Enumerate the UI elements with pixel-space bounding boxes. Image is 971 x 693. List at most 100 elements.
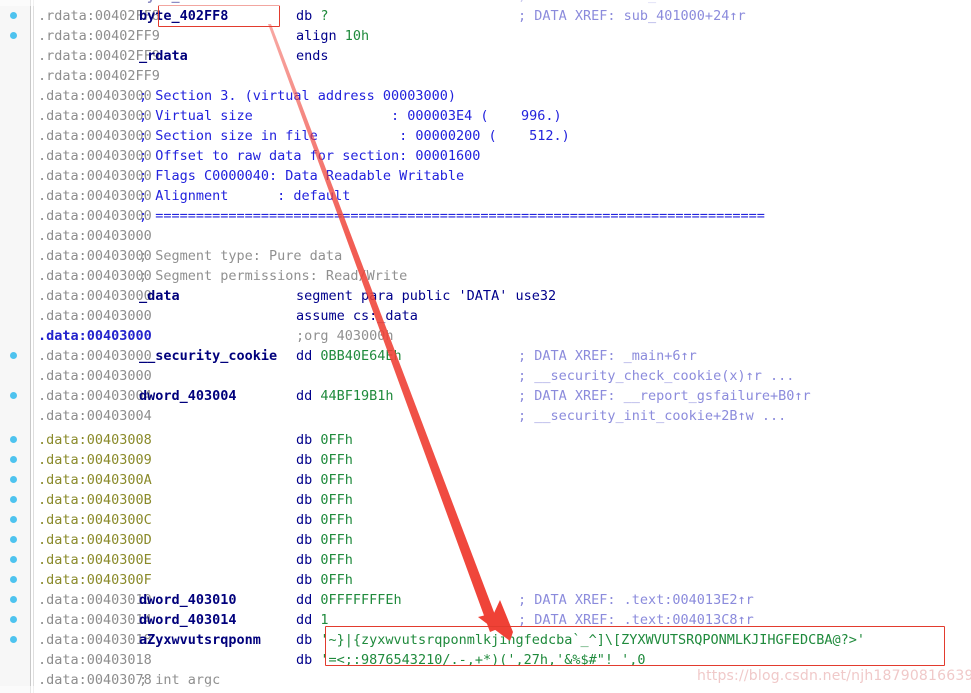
disassembly-line[interactable]: .rdata:00402FF8 byte_402FF8 db ?; DATA XRE…: [0, 6, 971, 26]
disassembly-line[interactable]: .data:0040300C db 0FFh: [0, 510, 971, 530]
mnemonic-text: db: [296, 512, 313, 528]
line-address: .data:0040300B: [38, 492, 152, 508]
instruction-mnemonic: db 0FFh: [296, 570, 353, 590]
mnemonic-text: dd: [296, 388, 313, 404]
line-address: .data:00403000: [38, 208, 152, 224]
symbol-name[interactable]: aZyxwvutsrqponm: [139, 630, 261, 650]
instruction-mnemonic: dd 1: [296, 610, 329, 630]
disassembly-line[interactable]: .data:00403010 dword_403010 dd 0FFFFFFFEh;…: [0, 590, 971, 610]
symbol-name[interactable]: _data: [139, 286, 180, 306]
mnemonic-text: db: [296, 8, 313, 24]
symbol-name[interactable]: __security_cookie: [139, 346, 277, 366]
disassembly-line[interactable]: .data:00403000; Segment permissions: Rea…: [0, 266, 971, 286]
disassembly-line[interactable]: .rdata:00402FF9: [0, 66, 971, 86]
disassembly-line[interactable]: .data:0040300A db 0FFh: [0, 470, 971, 490]
disassembly-line[interactable]: .data:00403000; Offset to raw data for s…: [0, 146, 971, 166]
mnemonic-text: db: [296, 472, 313, 488]
line-address: .data:00403000: [38, 228, 152, 244]
xref-comment: ; DATA XREF: .text:004013E2↑r: [518, 592, 754, 608]
disassembly-line[interactable]: .data:0040300D db 0FFh: [0, 530, 971, 550]
instruction-mnemonic: db ?: [296, 6, 329, 26]
instruction-operand: 0FFh: [320, 492, 353, 508]
disassembly-line[interactable]: .data:00403000 ; __security_check_cookie(…: [0, 366, 971, 386]
xref-comment: ; __security_check_cookie(x)↑r ...: [518, 368, 795, 384]
instruction-mnemonic: segment para public 'DATA' use32: [296, 286, 556, 306]
instruction-mnemonic: dd 0FFFFFFFEh: [296, 590, 402, 610]
line-address: .data:00403078: [38, 672, 152, 688]
instruction-operand: 0FFFFFFFEh: [320, 592, 402, 608]
line-address: .data:00403000: [38, 168, 152, 184]
disassembly-line[interactable]: .data:00403000; Alignment : default: [0, 186, 971, 206]
symbol-name[interactable]: dword_403014: [139, 610, 237, 630]
disassembly-line[interactable]: .data:00403000 assume cs:_data: [0, 306, 971, 326]
disassembly-line[interactable]: .data:00403009 db 0FFh: [0, 450, 971, 470]
disassembly-line[interactable]: .data:00403000: [0, 226, 971, 246]
disassembly-line[interactable]: .data:00403014 dword_403014 dd 1 ; DATA XRE…: [0, 610, 971, 630]
disassembly-line[interactable]: .data:00403004 dword_403004 dd 44BF19B1h ; …: [0, 386, 971, 406]
org-directive: ;org 403000h: [296, 328, 394, 344]
instruction-operand: ?: [320, 0, 328, 4]
symbol-name[interactable]: byte_402FF8: [139, 6, 228, 26]
disassembly-line[interactable]: .data:00403000; Virtual size : 000003E4 …: [0, 106, 971, 126]
symbol-name[interactable]: _rdata: [139, 46, 188, 66]
instruction-operand: '=<;:9876543210/.-,+*)(',27h,'&%$#"! ',0: [320, 652, 646, 668]
line-address: .data:00403000: [38, 288, 152, 304]
line-address: .rdata:00402FF9: [38, 68, 160, 84]
instruction-operand: 0FFh: [320, 472, 353, 488]
disassembly-line[interactable]: .data:00403000; Segment type: Pure data: [0, 246, 971, 266]
disassembly-line[interactable]: .data:00403000; Flags C0000040: Data Rea…: [0, 166, 971, 186]
line-address: .data:00403000: [38, 188, 152, 204]
line-address: .data:00403014: [38, 612, 152, 628]
line-address: .data:0040300F: [38, 572, 152, 588]
xref-comment: ; DATA XREF: _main+6↑r: [518, 348, 697, 364]
instruction-operand: 0FFh: [320, 432, 353, 448]
mnemonic-text: db: [296, 432, 313, 448]
instruction-mnemonic: db 0FFh: [296, 430, 353, 450]
instruction-mnemonic: db 0FFh: [296, 490, 353, 510]
line-address: .data:0040300D: [38, 532, 152, 548]
disassembly-line[interactable]: .data:00403008 db 0FFh: [0, 430, 971, 450]
line-comment: ; int argc: [139, 672, 221, 688]
disassembly-line[interactable]: .data:00403018 aZyxwvutsrqponm db '~}|{zyx…: [0, 630, 971, 650]
disassembly-line[interactable]: .data:00403000 _data segment para public '…: [0, 286, 971, 306]
line-address: .data:00403004: [38, 388, 152, 404]
mnemonic-text: dd: [296, 612, 313, 628]
line-address: .data:00403009: [38, 452, 152, 468]
line-address: .data:00403000: [38, 368, 152, 384]
disassembly-line[interactable]: .data:00403000; Section 3. (virtual addr…: [0, 86, 971, 106]
line-address: .data:00403000: [38, 308, 152, 324]
instruction-operand: 0FFh: [320, 512, 353, 528]
disassembly-listing[interactable]: .rdata:00402FF7byte_402FF7db ?; DATA XRE…: [0, 0, 971, 693]
instruction-operand: 0FFh: [320, 532, 353, 548]
instruction-operand: 44BF19B1h: [320, 388, 394, 404]
disassembly-line[interactable]: .data:0040300F db 0FFh: [0, 570, 971, 590]
disassembly-line[interactable]: .data:00403000; ========================…: [0, 206, 971, 226]
symbol-name[interactable]: dword_403010: [139, 590, 237, 610]
instruction-mnemonic: db 0FFh: [296, 470, 353, 490]
instruction-operand: ?: [320, 8, 329, 24]
disassembly-line[interactable]: .data:0040300B db 0FFh: [0, 490, 971, 510]
disassembly-line[interactable]: .data:00403000; Section size in file : 0…: [0, 126, 971, 146]
mnemonic-text: ends: [296, 48, 329, 64]
disassembly-line[interactable]: .rdata:00402FF9 _rdata ends: [0, 46, 971, 66]
symbol-name[interactable]: dword_403004: [139, 386, 237, 406]
line-comment: ; Alignment : default: [139, 188, 351, 204]
mnemonic-text: dd: [296, 348, 313, 364]
disassembly-line[interactable]: .rdata:00402FF9 align 10h: [0, 26, 971, 46]
disassembly-line[interactable]: .data:0040300E db 0FFh: [0, 550, 971, 570]
line-address: .data:0040300A: [38, 472, 152, 488]
mnemonic-text: align: [296, 28, 337, 44]
line-comment: ; Offset to raw data for section: 000016…: [139, 148, 481, 164]
instruction-mnemonic: align 10h: [296, 26, 369, 46]
instruction-mnemonic: db '~}|{zyxwvutsrqponmlkjihgfedcba`_^]\[…: [296, 630, 865, 650]
disassembly-line[interactable]: .data:00403004 ; __security_init_cookie+2…: [0, 406, 971, 426]
instruction-mnemonic: db 0FFh: [296, 550, 353, 570]
line-address: .data:00403008: [38, 432, 152, 448]
line-address: .data:00403000: [38, 268, 152, 284]
line-address: .data:00403000: [38, 348, 152, 364]
disassembly-line[interactable]: .data:00403000 ;org 403000h: [0, 326, 971, 346]
line-address: .data:00403000: [38, 108, 152, 124]
mnemonic-text: assume cs:_data: [296, 308, 418, 324]
instruction-mnemonic: db 0FFh: [296, 510, 353, 530]
disassembly-line[interactable]: .data:00403000 __security_cookie dd 0BB40E…: [0, 346, 971, 366]
